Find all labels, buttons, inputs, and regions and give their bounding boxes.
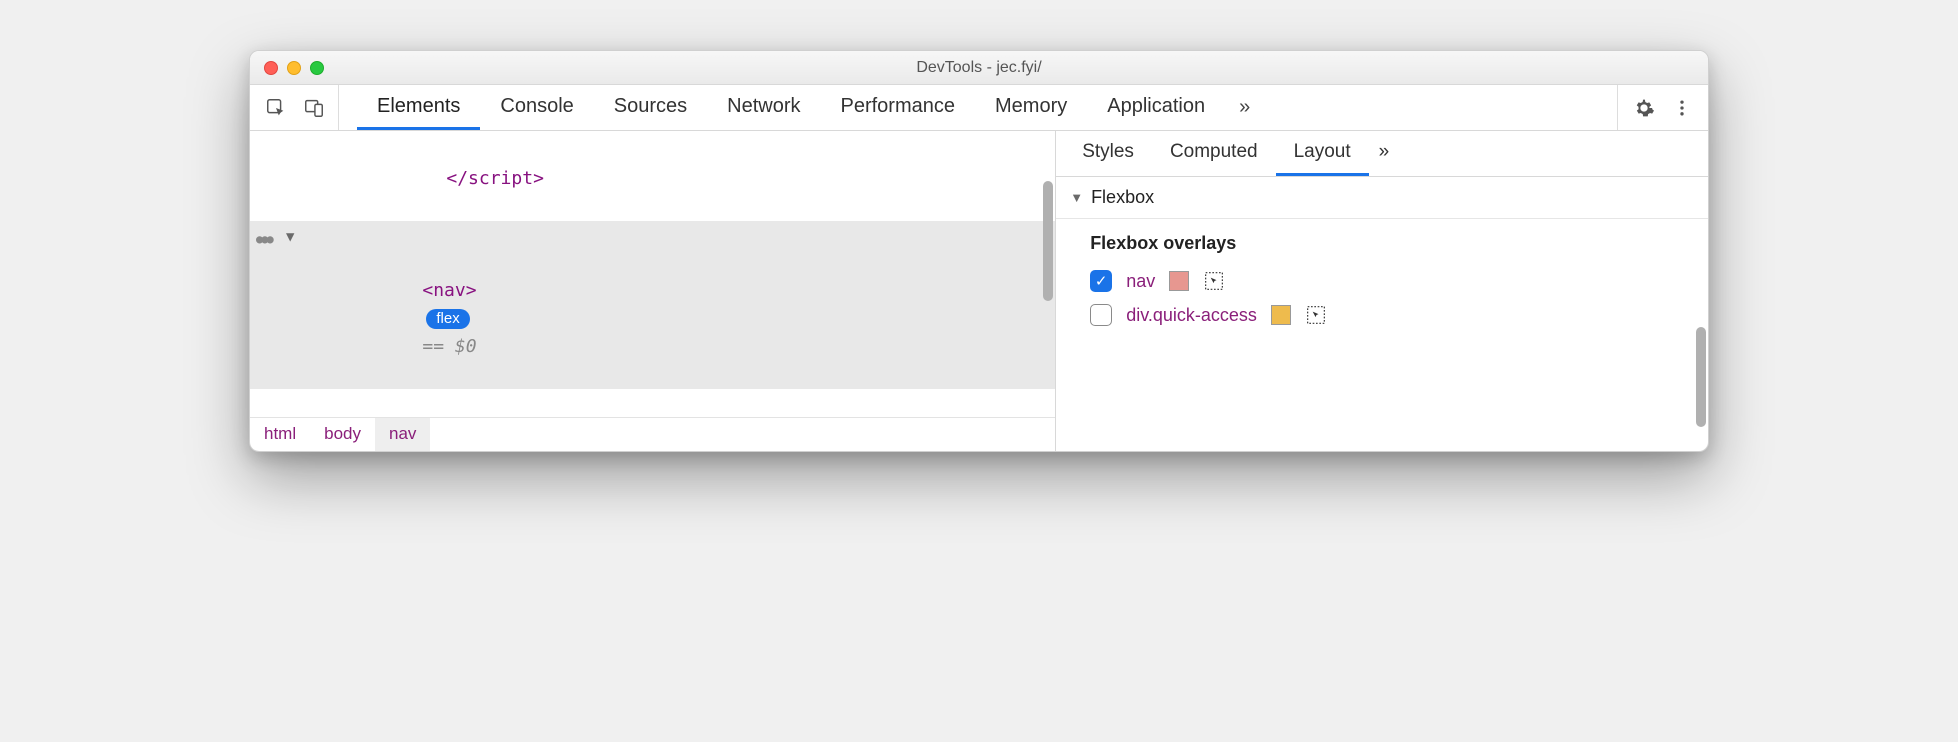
dom-node-nav[interactable]: <nav> flex == $0 [250,221,1055,389]
side-tabs-overflow-icon[interactable]: » [1369,131,1400,176]
overlay-row-quick-access: div.quick-access [1056,298,1708,332]
flex-editor-icon[interactable] [1305,304,1327,326]
device-toggle-icon[interactable] [302,96,326,120]
tab-performance[interactable]: Performance [821,85,976,130]
close-window-icon[interactable] [264,61,278,75]
inspect-element-icon[interactable] [264,96,288,120]
window-title: DevTools - jec.fyi/ [250,59,1708,77]
toolbar-right-group [1617,85,1700,130]
dom-node-script-close[interactable]: </script> [250,137,1055,221]
overlay-row-nav: nav [1056,264,1708,298]
main-tabs: Elements Console Sources Network Perform… [339,85,1617,130]
kebab-menu-icon[interactable] [1670,96,1694,120]
disclosure-triangle-icon: ▼ [1070,190,1083,205]
side-tab-styles[interactable]: Styles [1064,131,1152,176]
layout-pane: ▼ Flexbox Flexbox overlays nav [1056,177,1708,451]
styles-side-panel: Styles Computed Layout » ▼ Flexbox Flexb… [1056,131,1708,451]
overlay-name[interactable]: nav [1126,271,1155,292]
tab-sources[interactable]: Sources [594,85,707,130]
maximize-window-icon[interactable] [310,61,324,75]
tab-elements[interactable]: Elements [357,85,480,130]
tab-console[interactable]: Console [480,85,593,130]
dom-node-a[interactable]: <a id="logo" href="/">Page title</a> [250,389,1055,417]
tab-memory[interactable]: Memory [975,85,1087,130]
toolbar-left-group [258,85,339,130]
settings-gear-icon[interactable] [1632,96,1656,120]
selected-node-indicator: == $0 [422,336,476,357]
panels: </script> <nav> flex == $0 <a id="logo" … [250,131,1708,451]
overlay-checkbox-quick-access[interactable] [1090,304,1112,326]
overlay-color-swatch[interactable] [1169,271,1189,291]
overlay-color-swatch[interactable] [1271,305,1291,325]
overlay-checkbox-nav[interactable] [1090,270,1112,292]
crumb-html[interactable]: html [250,418,310,451]
crumb-body[interactable]: body [310,418,375,451]
crumb-nav[interactable]: nav [375,418,430,451]
flex-badge[interactable]: flex [426,309,469,329]
tabs-overflow-icon[interactable]: » [1225,85,1264,130]
flex-editor-icon[interactable] [1203,270,1225,292]
flexbox-overlays-heading: Flexbox overlays [1056,219,1708,264]
expand-toggle-icon[interactable] [286,223,294,251]
side-tabs: Styles Computed Layout » [1056,131,1708,177]
dom-tree[interactable]: </script> <nav> flex == $0 <a id="logo" … [250,131,1055,417]
window-controls [264,61,324,75]
flexbox-section-header[interactable]: ▼ Flexbox [1056,177,1708,219]
tab-network[interactable]: Network [707,85,820,130]
side-scrollbar[interactable] [1696,327,1706,427]
minimize-window-icon[interactable] [287,61,301,75]
main-toolbar: Elements Console Sources Network Perform… [250,85,1708,131]
section-title: Flexbox [1091,187,1154,208]
tab-application[interactable]: Application [1087,85,1225,130]
devtools-window: DevTools - jec.fyi/ Elements Console Sou… [249,50,1709,452]
titlebar: DevTools - jec.fyi/ [250,51,1708,85]
side-tab-computed[interactable]: Computed [1152,131,1276,176]
overlay-name[interactable]: div.quick-access [1126,305,1257,326]
dom-scrollbar[interactable] [1043,181,1053,301]
side-tab-layout[interactable]: Layout [1276,131,1369,176]
breadcrumb: html body nav [250,417,1055,451]
elements-panel: </script> <nav> flex == $0 <a id="logo" … [250,131,1056,451]
